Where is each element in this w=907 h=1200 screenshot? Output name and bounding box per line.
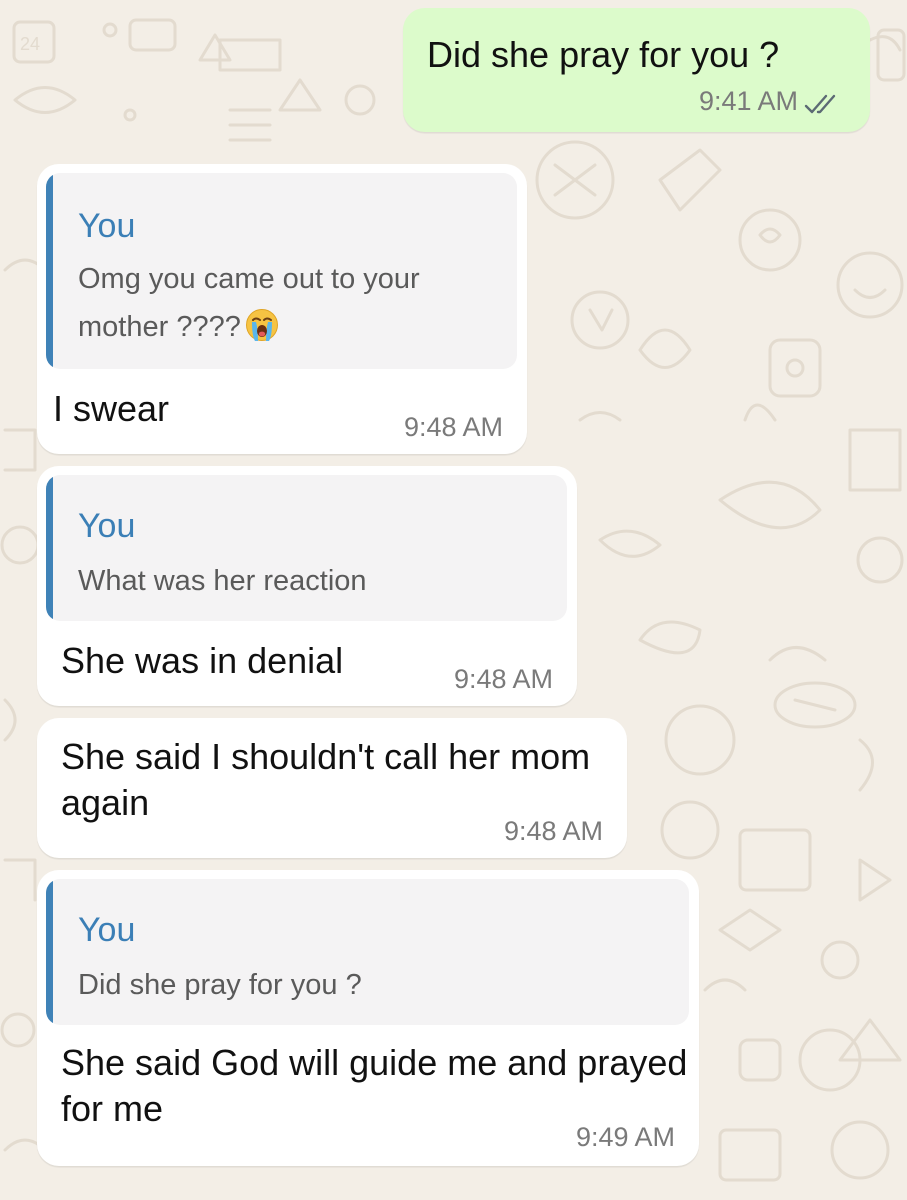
double-check-icon xyxy=(804,94,848,116)
quote-accent-bar xyxy=(46,173,53,369)
quoted-reply[interactable]: You What was her reaction xyxy=(46,475,567,621)
quote-author: You xyxy=(78,207,136,245)
outgoing-message-bubble[interactable]: Did she pray for you ? 9:41 AM xyxy=(403,8,870,132)
quoted-reply[interactable]: You Omg you came out to your mother ???? xyxy=(46,173,517,369)
message-timestamp: 9:48 AM xyxy=(453,664,553,694)
message-text: She was in denial xyxy=(61,640,344,681)
incoming-message-bubble[interactable]: She said I shouldn't call her mom again … xyxy=(37,718,627,858)
quote-text: Did she pray for you ? xyxy=(78,969,362,1001)
message-text: I swear xyxy=(53,388,170,429)
incoming-message-bubble[interactable]: You Did she pray for you ? She said God … xyxy=(37,870,699,1166)
message-timestamp: 9:48 AM xyxy=(403,412,503,442)
quote-text: What was her reaction xyxy=(78,565,367,597)
quote-author: You xyxy=(78,507,136,545)
incoming-message-bubble[interactable]: You What was her reaction She was in den… xyxy=(37,466,577,706)
quote-author: You xyxy=(78,911,136,949)
message-timestamp: 9:41 AM xyxy=(698,86,798,116)
quote-accent-bar xyxy=(46,879,53,1025)
message-timestamp: 9:49 AM xyxy=(575,1122,675,1152)
incoming-message-bubble[interactable]: You Omg you came out to your mother ????… xyxy=(37,164,527,454)
quote-accent-bar xyxy=(46,475,53,621)
message-text: She said I shouldn't call her mom again xyxy=(61,736,591,823)
quote-text: Omg you came out to your mother ???? xyxy=(78,255,508,357)
message-timestamp: 9:48 AM xyxy=(503,816,603,846)
message-text: She said God will guide me and prayed fo… xyxy=(61,1042,688,1129)
quoted-reply[interactable]: You Did she pray for you ? xyxy=(46,879,689,1025)
message-text: Did she pray for you ? xyxy=(427,34,780,75)
svg-text:24: 24 xyxy=(20,34,40,54)
loudly-crying-face-icon xyxy=(245,308,279,357)
